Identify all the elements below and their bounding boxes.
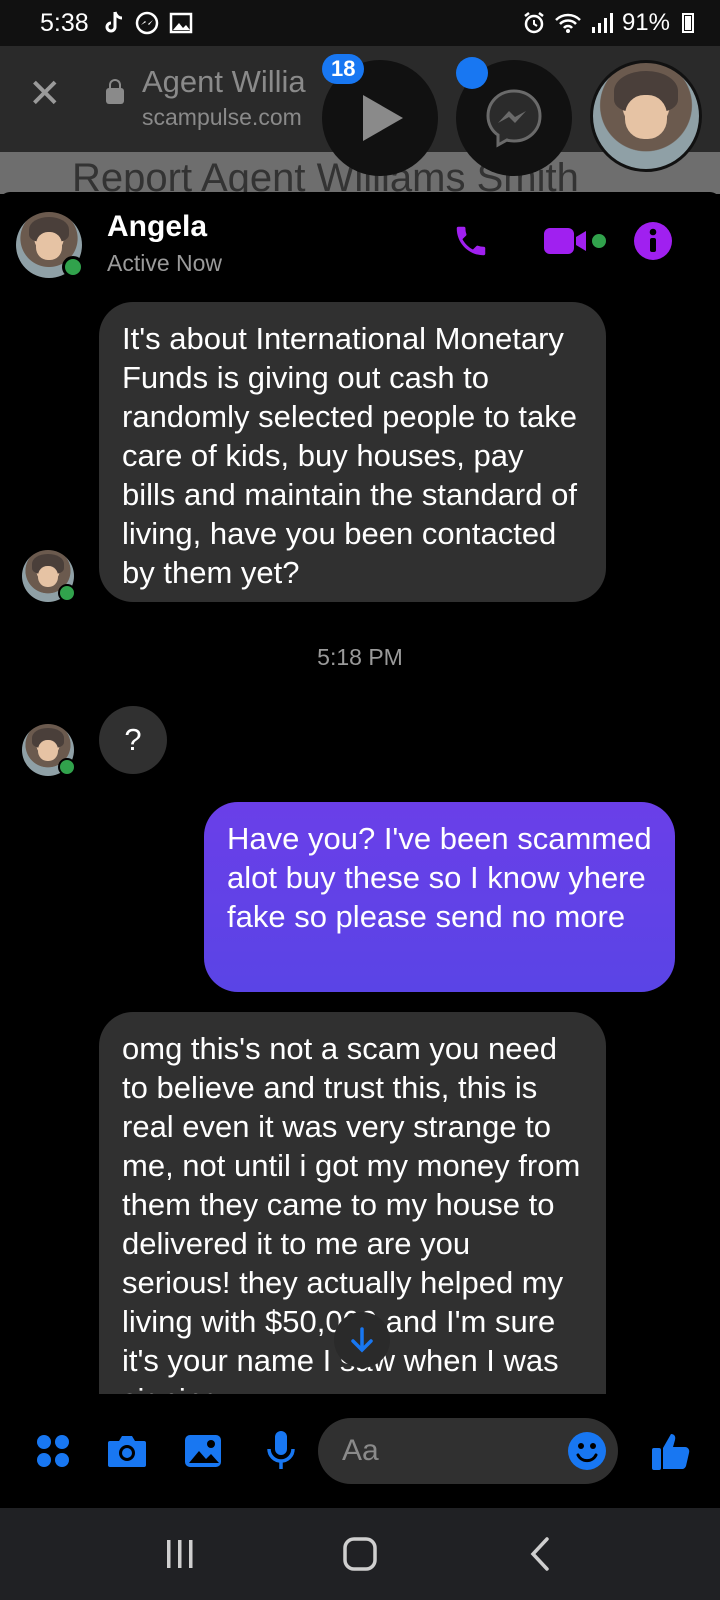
phone-icon: [456, 226, 486, 256]
tiktok-icon: [105, 11, 122, 33]
contact-chathead[interactable]: [590, 60, 702, 172]
messenger-icon: [135, 11, 158, 35]
online-indicator: [62, 256, 84, 278]
camera-button[interactable]: [104, 1428, 150, 1474]
incoming-message[interactable]: It's about International Monetary Funds …: [99, 302, 606, 602]
camera-icon: [108, 1436, 146, 1467]
back-button[interactable]: [510, 1524, 570, 1584]
microphone-icon: [267, 1431, 295, 1469]
message-composer: [0, 1394, 720, 1508]
gallery-icon: [169, 12, 192, 34]
info-icon: [634, 222, 672, 260]
video-call-button[interactable]: [536, 220, 596, 262]
like-button[interactable]: [646, 1426, 696, 1476]
lock-icon: [106, 79, 124, 104]
recent-apps-icon: [167, 1540, 193, 1568]
status-time: 5:38: [40, 8, 89, 37]
alarm-icon: [524, 12, 544, 34]
scroll-to-bottom-button[interactable]: [334, 1312, 390, 1368]
contact-name[interactable]: Angela: [107, 210, 207, 244]
sender-online-indicator: [58, 584, 76, 602]
browser-page-title: Agent Willia: [142, 64, 306, 99]
arrow-down-icon: [351, 1327, 373, 1353]
message-timestamp: 5:18 PM: [317, 644, 403, 670]
chat-header: Angela Active Now: [0, 192, 720, 296]
recent-apps-button[interactable]: [150, 1524, 210, 1584]
emoji-button[interactable]: [564, 1428, 610, 1474]
voice-call-button[interactable]: [448, 218, 494, 264]
sender-online-indicator: [58, 758, 76, 776]
messenger-chat-panel: Angela Active Now It's about Internation…: [0, 192, 720, 1508]
status-notification-icons: [101, 10, 193, 36]
video-camera-icon: [544, 228, 586, 254]
voice-message-button[interactable]: [258, 1426, 304, 1476]
wifi-icon: [555, 13, 581, 33]
outgoing-message[interactable]: Have you? I've been scammed alot buy the…: [204, 802, 675, 992]
signal-icon: [591, 13, 613, 33]
chathead-dot-badge: [456, 57, 488, 89]
messenger-logo-icon: [486, 89, 542, 148]
video-active-dot: [590, 232, 608, 250]
incoming-message[interactable]: ?: [99, 706, 167, 774]
more-actions-button[interactable]: [32, 1430, 74, 1472]
image-icon: [185, 1435, 221, 1467]
play-icon: [363, 95, 403, 141]
home-button[interactable]: [330, 1524, 390, 1584]
conversation-info-button[interactable]: [630, 218, 676, 264]
browser-close-icon[interactable]: ✕: [28, 74, 62, 114]
thumbs-up-icon: [652, 1434, 690, 1470]
smiley-icon: [568, 1432, 606, 1470]
contact-active-status: Active Now: [107, 250, 223, 276]
home-icon: [343, 1537, 377, 1571]
battery-percent: 91%: [621, 9, 670, 36]
chathead-unread-badge: 18: [322, 54, 365, 84]
message-thread[interactable]: It's about International Monetary Funds …: [0, 296, 720, 1394]
back-chevron-icon: [530, 1537, 549, 1571]
battery-icon: [682, 13, 694, 33]
status-system-icons: 91%: [522, 9, 694, 37]
system-navigation-bar: [0, 1508, 720, 1600]
four-dots-icon: [37, 1435, 69, 1467]
gallery-button[interactable]: [180, 1428, 226, 1474]
status-bar: 5:38 91%: [0, 0, 720, 46]
browser-url[interactable]: scampulse.com: [142, 104, 302, 131]
